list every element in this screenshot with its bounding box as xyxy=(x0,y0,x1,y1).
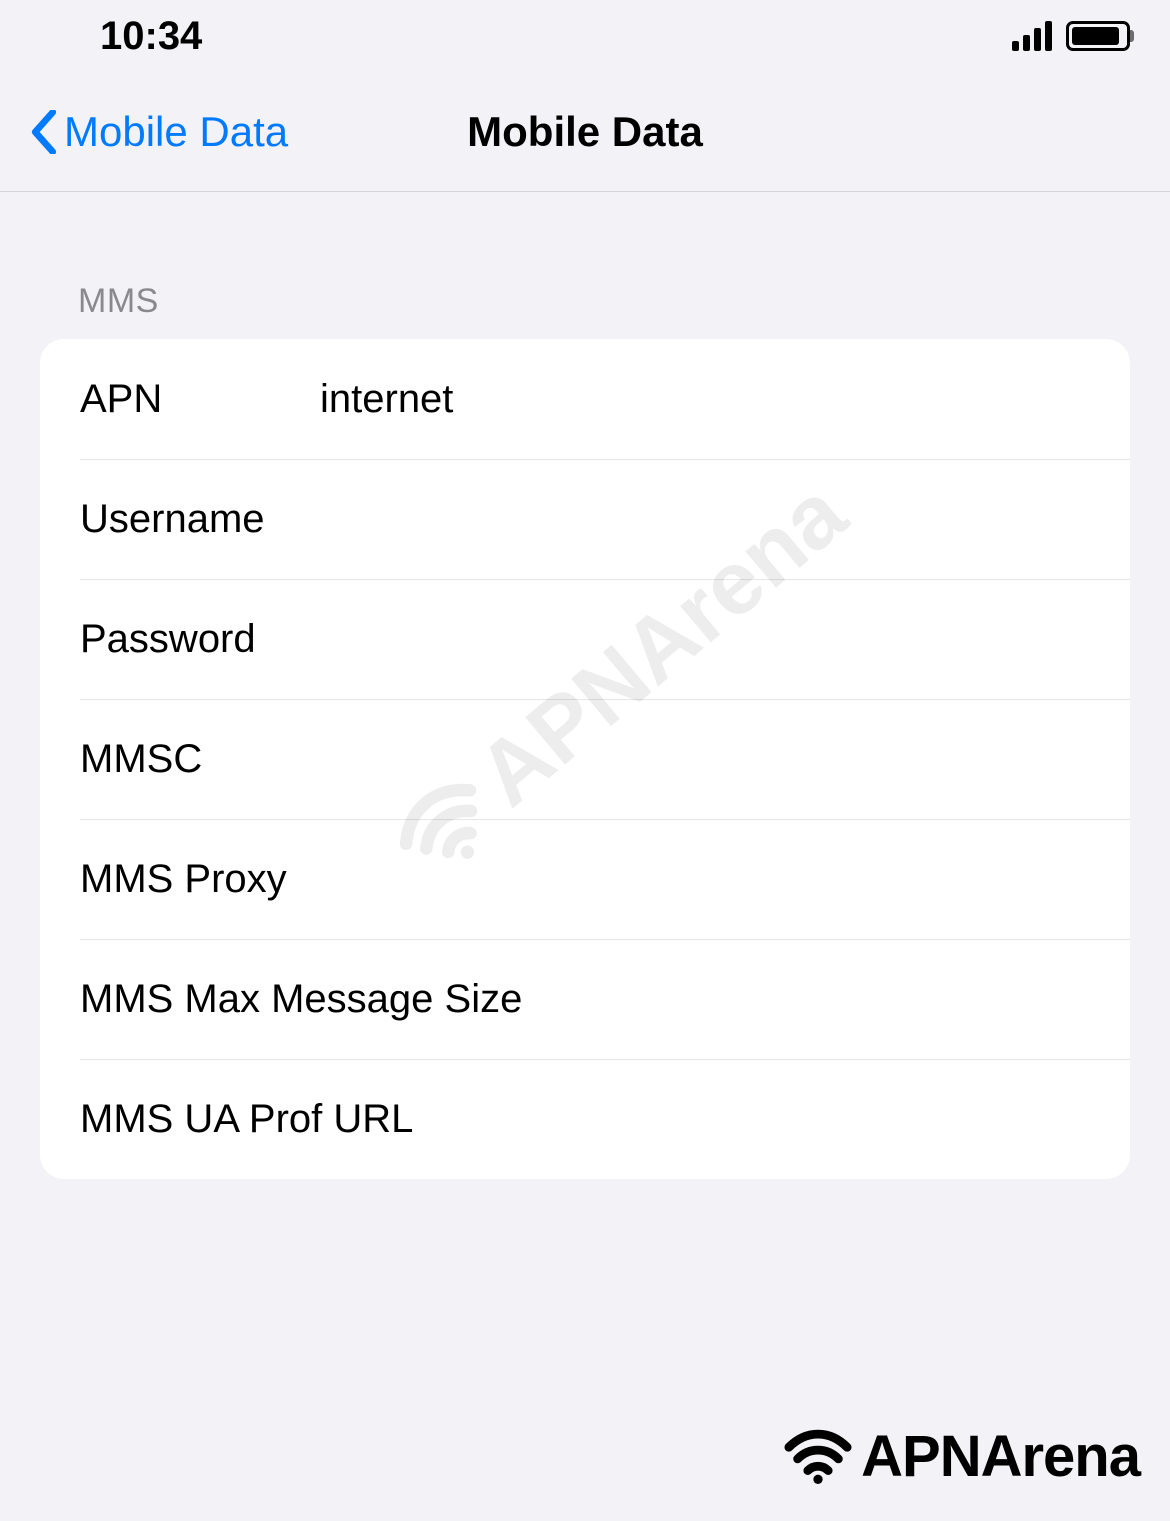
status-time: 10:34 xyxy=(100,14,202,59)
bottom-logo-text: APNArena xyxy=(861,1423,1140,1490)
row-label-mms-proxy: MMS Proxy xyxy=(80,857,575,902)
row-username[interactable]: Username xyxy=(80,459,1130,579)
row-mmsc[interactable]: MMSC xyxy=(80,699,1130,819)
input-username[interactable] xyxy=(320,497,1090,542)
row-mms-proxy[interactable]: MMS Proxy xyxy=(80,819,1130,939)
navigation-bar: Mobile Data Mobile Data xyxy=(0,72,1170,192)
row-label-mms-max: MMS Max Message Size xyxy=(80,977,575,1022)
battery-icon xyxy=(1066,21,1130,51)
status-right xyxy=(1012,21,1130,51)
row-password[interactable]: Password xyxy=(80,579,1130,699)
row-label-mms-ua: MMS UA Prof URL xyxy=(80,1097,575,1142)
input-mmsc[interactable] xyxy=(320,737,1090,782)
row-apn[interactable]: APN xyxy=(40,339,1130,459)
row-label-password: Password xyxy=(80,617,320,662)
input-apn[interactable] xyxy=(320,377,1090,422)
row-label-apn: APN xyxy=(80,377,320,422)
row-mms-max[interactable]: MMS Max Message Size xyxy=(80,939,1130,1059)
section-header-mms: MMS xyxy=(0,192,1170,339)
settings-card: APN Username Password MMSC MMS Proxy MMS… xyxy=(40,339,1130,1179)
row-label-username: Username xyxy=(80,497,320,542)
input-password[interactable] xyxy=(320,617,1090,662)
row-mms-ua[interactable]: MMS UA Prof URL xyxy=(80,1059,1130,1179)
status-bar: 10:34 xyxy=(0,0,1170,72)
input-mms-max[interactable] xyxy=(575,977,1090,1022)
cellular-signal-icon xyxy=(1012,21,1052,51)
input-mms-proxy[interactable] xyxy=(575,857,1090,902)
chevron-left-icon xyxy=(30,110,58,154)
back-button[interactable]: Mobile Data xyxy=(30,108,288,156)
row-label-mmsc: MMSC xyxy=(80,737,320,782)
bottom-logo: APNArena xyxy=(783,1421,1140,1491)
back-button-label: Mobile Data xyxy=(64,108,288,156)
wifi-icon xyxy=(783,1421,853,1491)
input-mms-ua[interactable] xyxy=(575,1097,1090,1142)
page-title: Mobile Data xyxy=(467,108,703,156)
